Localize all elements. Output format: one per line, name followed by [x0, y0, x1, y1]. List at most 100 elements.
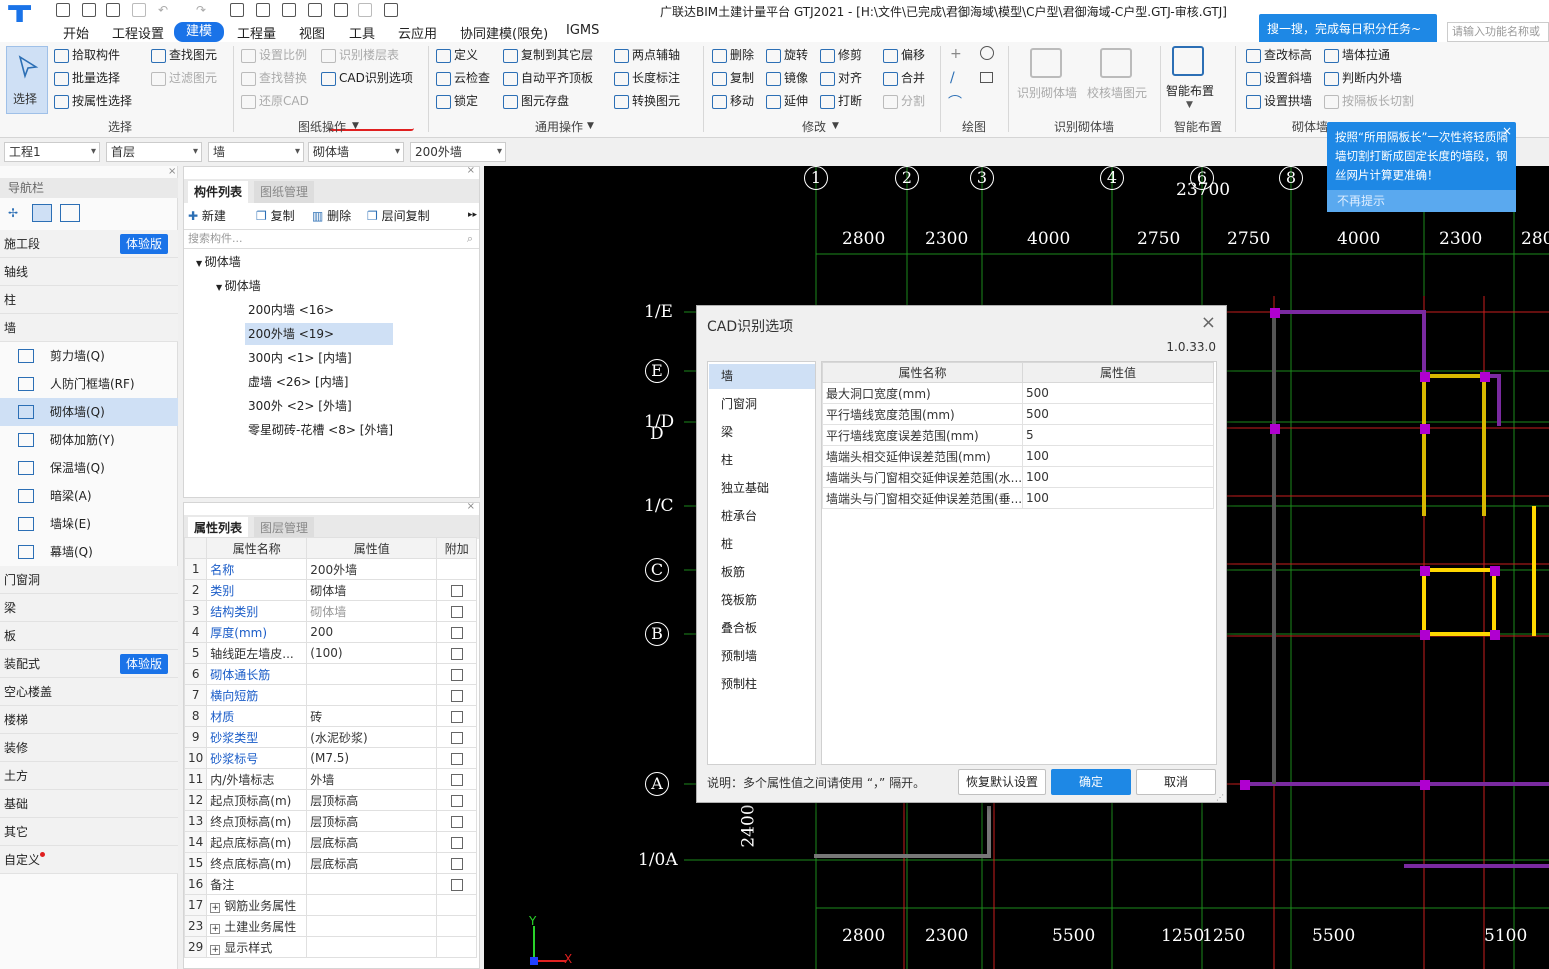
project-select[interactable]: 工程1: [4, 142, 100, 162]
dialog-category-item[interactable]: 筏板筋: [709, 588, 815, 613]
option-value[interactable]: 100: [1022, 466, 1214, 488]
rotate-point-icon[interactable]: [980, 46, 994, 60]
property-value[interactable]: [306, 936, 438, 958]
menu-quantity[interactable]: 工程量: [237, 23, 276, 42]
extra-checkbox[interactable]: [450, 668, 463, 681]
close-icon[interactable]: ×: [467, 501, 475, 512]
extra-checkbox[interactable]: [450, 710, 463, 723]
menu-modeling[interactable]: 建模: [174, 22, 225, 42]
extra-checkbox[interactable]: [450, 836, 463, 849]
nav-wall[interactable]: 墙: [0, 314, 178, 342]
table-row[interactable]: 2 类别 砌体墙: [183, 579, 478, 601]
floor-select[interactable]: 首层: [106, 142, 202, 162]
rotate-button[interactable]: 旋转: [766, 46, 808, 64]
nav-wall-pier[interactable]: 墙垛(E): [0, 510, 178, 538]
list-item[interactable]: 虚墙 <26> [内墙]: [248, 371, 348, 393]
menu-igms[interactable]: IGMS: [566, 23, 599, 38]
pick-component-button[interactable]: 拾取构件: [54, 46, 120, 64]
table-row[interactable]: 13 终点顶标高(m) 层顶标高: [183, 810, 478, 832]
property-value[interactable]: 层底标高: [306, 852, 438, 874]
table-row[interactable]: 墙端头与门窗相交延伸误差范围(水... 100: [822, 466, 1214, 488]
table-row[interactable]: 1 名称 200外墙: [183, 558, 478, 580]
copy-component-button[interactable]: ❐ 复制: [256, 207, 295, 224]
chevron-down-icon[interactable]: ▼: [352, 121, 359, 131]
nav-axis[interactable]: 轴线: [0, 258, 178, 286]
dialog-category-item[interactable]: 门窗洞: [709, 392, 815, 417]
property-value[interactable]: 层顶标高: [306, 810, 438, 832]
property-value[interactable]: [306, 915, 438, 937]
menu-project-settings[interactable]: 工程设置: [112, 23, 164, 42]
property-value[interactable]: [306, 663, 438, 685]
nav-earthwork[interactable]: 土方: [0, 762, 178, 790]
option-value[interactable]: 500: [1022, 382, 1214, 404]
menu-view[interactable]: 视图: [299, 23, 325, 42]
table-row[interactable]: 10 砂浆标号 (M7.5): [183, 747, 478, 769]
detail-view-icon[interactable]: [60, 204, 80, 222]
dialog-category-item[interactable]: 预制柱: [709, 672, 815, 697]
list-item-selected[interactable]: 200外墙 <19>: [245, 323, 393, 345]
table-row[interactable]: 12 起点顶标高(m) 层顶标高: [183, 789, 478, 811]
property-value[interactable]: 砖: [306, 705, 438, 727]
table-row[interactable]: 8 材质 砖: [183, 705, 478, 727]
chevron-down-icon[interactable]: ▼: [587, 121, 594, 131]
list-item[interactable]: 300外 <2> [外墙]: [248, 395, 352, 417]
extra-checkbox[interactable]: [450, 626, 463, 639]
cut-by-board-length-button[interactable]: 按隔板长切割: [1324, 92, 1414, 110]
menu-cloud[interactable]: 云应用: [398, 23, 437, 42]
dialog-category-item[interactable]: 桩: [709, 532, 815, 557]
calc-icon[interactable]: [256, 3, 270, 17]
select-by-property-button[interactable]: 按属性选择: [54, 92, 132, 110]
dont-show-again-button[interactable]: 不再提示: [1327, 190, 1516, 212]
property-value[interactable]: [306, 873, 438, 895]
tab-drawing-management[interactable]: 图纸管理: [254, 181, 315, 203]
trim-button[interactable]: 修剪: [820, 46, 862, 64]
table-row[interactable]: 11 内/外墙标志 外墙: [183, 768, 478, 790]
pin-icon[interactable]: ✢: [8, 206, 18, 220]
table-row[interactable]: 7 横向短筋: [183, 684, 478, 706]
menu-start[interactable]: 开始: [63, 23, 89, 42]
check-wall-button[interactable]: 校核墙图元: [1087, 84, 1147, 101]
nav-custom[interactable]: 自定义: [0, 846, 178, 874]
close-icon[interactable]: ×: [1201, 312, 1216, 333]
nav-hidden-beam[interactable]: 暗梁(A): [0, 482, 178, 510]
table-row[interactable]: 29 + 显示样式: [183, 936, 478, 958]
lock-button[interactable]: 锁定: [436, 92, 478, 110]
extra-checkbox[interactable]: [450, 584, 463, 597]
chevron-down-icon[interactable]: ▼: [1186, 100, 1193, 110]
subtype-select[interactable]: 砌体墙: [308, 142, 404, 162]
dialog-category-item[interactable]: 柱: [709, 448, 815, 473]
smart-layout-button[interactable]: 智能布置: [1166, 82, 1214, 99]
extra-checkbox[interactable]: [450, 647, 463, 660]
table-row[interactable]: 墙端头与门窗相交延伸误差范围(垂... 100: [822, 487, 1214, 509]
property-value[interactable]: 砌体墙: [306, 600, 438, 622]
two-point-aux-axis-button[interactable]: 两点辅轴: [614, 46, 680, 64]
cloud-check-button[interactable]: 云检查: [436, 69, 490, 87]
delete-button[interactable]: 删除: [712, 46, 754, 64]
property-value[interactable]: 层顶标高: [306, 789, 438, 811]
table-row[interactable]: 4 厚度(mm) 200: [183, 621, 478, 643]
search-promo-banner[interactable]: 搜一搜，完成每日积分任务~: [1259, 14, 1437, 44]
extra-checkbox[interactable]: [450, 773, 463, 786]
set-slant-wall-button[interactable]: 设置斜墙: [1246, 69, 1312, 87]
ok-button[interactable]: 确定: [1051, 769, 1131, 795]
nav-stairs[interactable]: 楼梯: [0, 706, 178, 734]
nav-hollow-floor[interactable]: 空心楼盖: [0, 678, 178, 706]
open-folder-icon[interactable]: [106, 3, 120, 17]
judge-inner-outer-wall-button[interactable]: 判断内外墙: [1324, 69, 1402, 87]
extra-checkbox[interactable]: [450, 794, 463, 807]
move-button[interactable]: 移动: [712, 92, 754, 110]
edit-icon[interactable]: [334, 3, 348, 17]
property-value[interactable]: 200: [306, 621, 438, 643]
tab-property-list[interactable]: 属性列表: [188, 517, 249, 539]
sheet-icon[interactable]: [358, 3, 372, 17]
split-button[interactable]: 分割: [883, 92, 925, 110]
tab-component-list[interactable]: 构件列表: [188, 181, 249, 203]
extra-checkbox[interactable]: [450, 752, 463, 765]
table-row[interactable]: 6 砌体通长筋: [183, 663, 478, 685]
function-search-input[interactable]: 请输入功能名称或: [1447, 22, 1549, 42]
nav-shear-wall[interactable]: 剪力墙(Q): [0, 342, 178, 370]
find-replace-button[interactable]: 查找替换: [241, 69, 307, 87]
table-row[interactable]: 14 起点底标高(m) 层底标高: [183, 831, 478, 853]
property-value[interactable]: (水泥砂浆): [306, 726, 438, 748]
delete-component-button[interactable]: ▥ 删除: [312, 207, 351, 224]
